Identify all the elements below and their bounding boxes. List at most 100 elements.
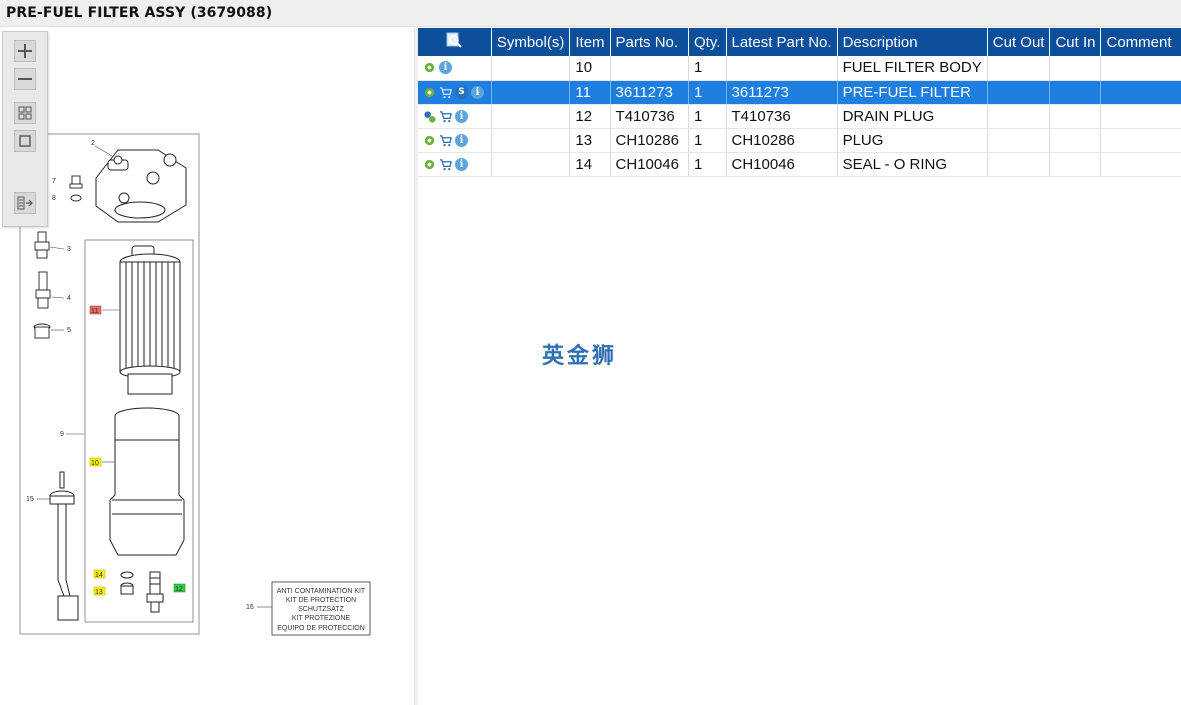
callout-14: 14 bbox=[95, 572, 103, 579]
filter-head-part bbox=[95, 149, 187, 223]
column-header-search[interactable] bbox=[418, 28, 492, 56]
gears-icon[interactable] bbox=[423, 110, 436, 123]
callout-2: 2 bbox=[91, 140, 95, 147]
parts-grid: Symbol(s) Item Parts No. Qty. Latest Par… bbox=[418, 28, 1181, 177]
gear-icon[interactable] bbox=[423, 61, 436, 74]
column-header-symbols[interactable]: Symbol(s) bbox=[491, 28, 571, 56]
cell-latest bbox=[726, 56, 838, 81]
cell-description: PLUG bbox=[837, 128, 988, 153]
callout-16: 16 bbox=[246, 604, 254, 611]
callout-13: 13 bbox=[95, 589, 103, 596]
filter-element-part-11 bbox=[119, 245, 181, 395]
column-header-item[interactable]: Item bbox=[569, 28, 611, 56]
gear-icon[interactable] bbox=[423, 158, 436, 171]
cell-qty: 1 bbox=[688, 152, 727, 177]
cell-cut-in bbox=[1049, 80, 1102, 105]
cell-cut-in bbox=[1049, 56, 1102, 81]
cell-cut-out bbox=[987, 152, 1051, 177]
cell-symbols bbox=[491, 104, 571, 129]
row-icons: i bbox=[418, 128, 492, 153]
cell-cut-out bbox=[987, 104, 1051, 129]
info-icon[interactable]: i bbox=[471, 85, 484, 99]
fit-grid-icon[interactable] bbox=[14, 102, 36, 124]
callout-12: 12 bbox=[175, 586, 183, 593]
table-row-selected[interactable]: S i 11 3611273 1 3611273 PRE-FUEL FILTER bbox=[418, 80, 1181, 105]
cell-symbols bbox=[491, 128, 571, 153]
column-header-qty[interactable]: Qty. bbox=[688, 28, 727, 56]
kit-line-4: KIT PROTEZIONE bbox=[292, 615, 351, 622]
cell-qty: 1 bbox=[688, 104, 727, 129]
column-header-latest-part-no[interactable]: Latest Part No. bbox=[726, 28, 838, 56]
cart-icon[interactable] bbox=[439, 86, 452, 99]
callout-9: 9 bbox=[60, 431, 64, 438]
cell-latest: CH10286 bbox=[726, 128, 838, 153]
cell-comment bbox=[1100, 152, 1181, 177]
callout-5: 5 bbox=[67, 327, 71, 334]
exploded-parts-drawing[interactable]: 2 7 8 3 4 5 11 9 10 15 14 13 12 16 ANTI … bbox=[0, 27, 414, 705]
callout-7: 7 bbox=[52, 178, 56, 185]
cell-comment bbox=[1100, 128, 1181, 153]
cell-symbols bbox=[491, 152, 571, 177]
kit-line-1: ANTI CONTAMINATION KIT bbox=[277, 588, 366, 595]
cell-description: PRE-FUEL FILTER bbox=[837, 80, 988, 105]
column-header-cut-in[interactable]: Cut In bbox=[1049, 28, 1102, 56]
cart-icon[interactable] bbox=[439, 110, 452, 123]
gear-icon[interactable] bbox=[423, 134, 436, 147]
column-header-comment[interactable]: Comment bbox=[1100, 28, 1181, 56]
watermark: 英金狮 bbox=[542, 344, 618, 369]
cell-cut-out bbox=[987, 56, 1051, 81]
export-panel-icon[interactable] bbox=[14, 192, 36, 214]
kit-line-2: KIT DE PROTECTION bbox=[286, 597, 356, 604]
page-title: PRE-FUEL FILTER ASSY (3679088) bbox=[6, 5, 273, 21]
s-icon[interactable]: S bbox=[455, 85, 468, 99]
cell-qty: 1 bbox=[688, 56, 727, 81]
info-icon[interactable]: i bbox=[439, 61, 452, 75]
table-row[interactable]: i 12 T410736 1 T410736 DRAIN PLUG bbox=[418, 104, 1181, 129]
table-row[interactable]: i 10 1 FUEL FILTER BODY bbox=[418, 56, 1181, 81]
sensor-part-3 bbox=[34, 231, 50, 259]
cell-item: 12 bbox=[569, 104, 611, 129]
callout-3: 3 bbox=[67, 246, 71, 253]
o-ring-part-14 bbox=[120, 571, 134, 579]
zoom-out-icon[interactable] bbox=[14, 68, 36, 90]
gear-icon[interactable] bbox=[423, 86, 436, 99]
wiring-harness-part-15 bbox=[49, 471, 79, 621]
cell-item: 10 bbox=[569, 56, 611, 81]
cell-item: 11 bbox=[569, 80, 611, 105]
info-icon[interactable]: i bbox=[455, 133, 468, 147]
info-icon[interactable]: i bbox=[455, 109, 468, 123]
kit-line-3: SCHUTZSATZ bbox=[298, 606, 344, 613]
row-icons: i bbox=[418, 104, 492, 129]
plug-part-7 bbox=[69, 175, 83, 189]
cell-part-no: CH10046 bbox=[610, 152, 689, 177]
cell-item: 13 bbox=[569, 128, 611, 153]
cell-cut-in bbox=[1049, 152, 1102, 177]
cell-cut-in bbox=[1049, 128, 1102, 153]
info-icon[interactable]: i bbox=[455, 157, 468, 171]
callout-8: 8 bbox=[52, 195, 56, 202]
row-icons: S i bbox=[418, 80, 492, 105]
plug-part-13 bbox=[120, 582, 134, 595]
column-header-cut-out[interactable]: Cut Out bbox=[987, 28, 1051, 56]
zoom-in-icon[interactable] bbox=[14, 40, 36, 62]
fit-page-icon[interactable] bbox=[14, 130, 36, 152]
cell-description: DRAIN PLUG bbox=[837, 104, 988, 129]
cell-part-no bbox=[610, 56, 689, 81]
column-header-description[interactable]: Description bbox=[837, 28, 988, 56]
callout-10: 10 bbox=[91, 460, 99, 467]
plug-part-5 bbox=[33, 323, 51, 339]
search-doc-icon[interactable] bbox=[445, 31, 463, 49]
cart-icon[interactable] bbox=[439, 158, 452, 171]
table-row[interactable]: i 13 CH10286 1 CH10286 PLUG bbox=[418, 128, 1181, 153]
cell-latest: CH10046 bbox=[726, 152, 838, 177]
cell-item: 14 bbox=[569, 152, 611, 177]
cell-qty: 1 bbox=[688, 80, 727, 105]
drawing-toolbox bbox=[2, 31, 48, 227]
filter-bowl-part-10 bbox=[109, 407, 185, 556]
callout-11: 11 bbox=[91, 308, 98, 315]
column-header-parts-no[interactable]: Parts No. bbox=[610, 28, 689, 56]
cart-icon[interactable] bbox=[439, 134, 452, 147]
cell-comment bbox=[1100, 80, 1181, 105]
table-row[interactable]: i 14 CH10046 1 CH10046 SEAL - O RING bbox=[418, 152, 1181, 177]
kit-line-5: EQUIPO DE PROTECCION bbox=[277, 625, 365, 632]
